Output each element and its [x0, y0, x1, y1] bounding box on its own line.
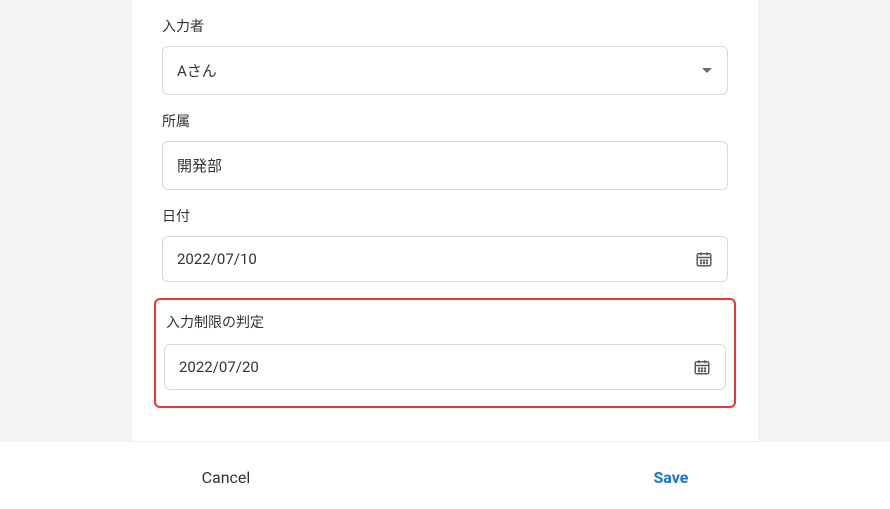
restriction-date-value: 2022/07/20: [179, 358, 259, 376]
date-value: 2022/07/10: [177, 250, 257, 268]
department-value: 開発部: [177, 155, 222, 176]
input-person-label: 入力者: [162, 16, 728, 36]
chevron-down-icon: [701, 67, 713, 75]
calendar-icon: [695, 250, 713, 268]
calendar-icon: [693, 358, 711, 376]
department-input[interactable]: 開発部: [162, 141, 728, 190]
cancel-button[interactable]: Cancel: [182, 460, 271, 495]
field-department: 所属 開発部: [162, 95, 728, 190]
restriction-highlight-box: 入力制限の判定 2022/07/20: [154, 298, 736, 408]
input-person-value: Aさん: [177, 60, 217, 81]
form-container: 入力者 Aさん 所属 開発部 日付 2022/07/10: [132, 0, 758, 441]
date-input[interactable]: 2022/07/10: [162, 236, 728, 282]
input-person-select[interactable]: Aさん: [162, 46, 728, 95]
field-input-person: 入力者 Aさん: [162, 0, 728, 95]
department-label: 所属: [162, 111, 728, 131]
action-bar: Cancel Save: [0, 441, 890, 509]
save-button[interactable]: Save: [633, 460, 708, 495]
field-date: 日付 2022/07/10: [162, 190, 728, 282]
restriction-label: 入力制限の判定: [164, 312, 726, 332]
restriction-date-input[interactable]: 2022/07/20: [164, 344, 726, 390]
date-label: 日付: [162, 206, 728, 226]
